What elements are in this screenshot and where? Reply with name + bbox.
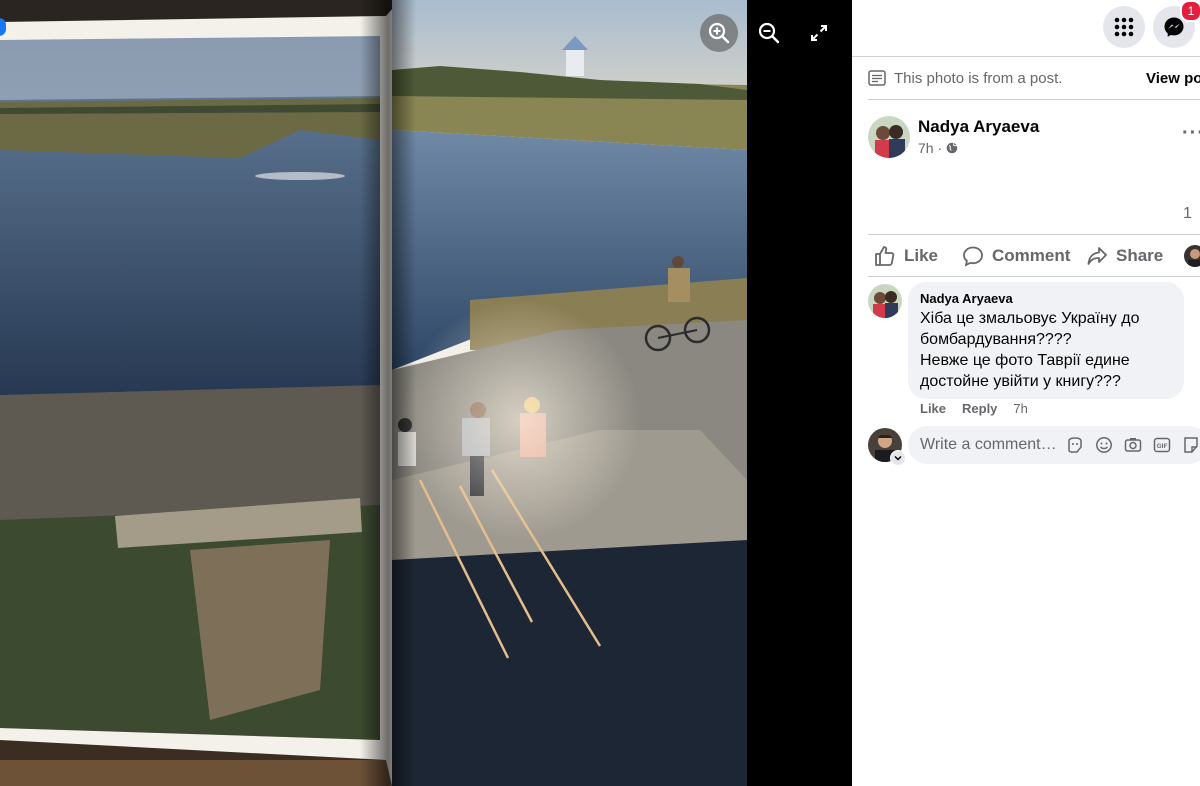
like-label: Like: [904, 246, 939, 265]
author-avatar[interactable]: [868, 116, 910, 158]
like-button[interactable]: Like: [874, 242, 938, 270]
photo-post-note: This photo is from a post. View post: [868, 66, 1200, 90]
comment-time[interactable]: 7h: [1013, 401, 1027, 416]
post-side-panel: 1 This photo is from a post. View post N…: [852, 0, 1200, 786]
gif-icon[interactable]: GIF: [1151, 435, 1172, 456]
globe-icon: [946, 142, 958, 154]
comment-actions: Like Reply 7h: [920, 401, 1028, 416]
view-post-link[interactable]: View post: [1146, 70, 1200, 87]
more-horizontal-icon[interactable]: ···: [1182, 122, 1200, 145]
reaction-count[interactable]: 1: [1183, 205, 1192, 223]
emoji-icon[interactable]: [1093, 435, 1114, 456]
zoom-in-icon[interactable]: [700, 14, 738, 52]
photo-book-spread: [0, 0, 747, 786]
comment-button[interactable]: Comment: [962, 242, 1070, 270]
comment-text-line: достойне увійти у книгу???: [920, 373, 1121, 390]
share-button[interactable]: Share: [1086, 242, 1163, 270]
composer-icons: GIF: [1064, 435, 1200, 456]
comment-reply-link[interactable]: Reply: [962, 401, 997, 416]
camera-icon[interactable]: [1122, 435, 1143, 456]
author-name[interactable]: Nadya Aryaeva: [918, 117, 1039, 137]
share-label: Share: [1116, 246, 1164, 265]
comment-text-line: Хіба це змальовує Україну до: [920, 310, 1140, 327]
notification-badge: 1: [1180, 0, 1200, 22]
meta-separator: ·: [933, 140, 947, 156]
comment-author[interactable]: Nadya Aryaeva: [920, 290, 1172, 307]
note-divider: [868, 99, 1200, 100]
post-meta: 7h ·: [918, 140, 958, 156]
zoom-out-icon[interactable]: [750, 14, 788, 52]
top-bar: 1: [852, 0, 1200, 56]
comment-text-line: бомбардування????: [920, 331, 1072, 348]
comment-input[interactable]: Write a comment…: [920, 436, 1060, 454]
post-note-icon: [868, 70, 886, 86]
post-as-avatar[interactable]: [1184, 245, 1200, 267]
post-time[interactable]: 7h: [918, 140, 934, 156]
fullscreen-icon[interactable]: [800, 14, 838, 52]
post-photo[interactable]: [0, 0, 747, 786]
top-divider: [852, 56, 1200, 57]
reactions-divider: [868, 234, 1200, 235]
comment-bubble: Nadya Aryaeva Хіба це змальовує Україну …: [908, 282, 1184, 399]
share-icon: [1087, 247, 1107, 265]
commenter-avatar[interactable]: [868, 284, 902, 318]
comment-text-line: Невже це фото Таврії едине: [920, 352, 1130, 369]
comment-label: Comment: [992, 246, 1071, 265]
post-note-text: This photo is from a post.: [894, 69, 1063, 87]
actions-divider: [868, 276, 1200, 277]
comment-composer[interactable]: Write a comment… GIF: [908, 426, 1200, 464]
grid-menu-icon[interactable]: [1103, 6, 1145, 48]
avatar-sticker-icon[interactable]: [1064, 435, 1085, 456]
photo-viewer: [0, 0, 852, 786]
sticker-icon[interactable]: [1180, 435, 1200, 456]
chevron-down-icon[interactable]: [890, 450, 906, 466]
comment-icon: [963, 246, 983, 267]
svg-text:GIF: GIF: [1156, 443, 1167, 450]
comment-like-link[interactable]: Like: [920, 401, 946, 416]
thumbs-up-icon: [875, 246, 895, 266]
